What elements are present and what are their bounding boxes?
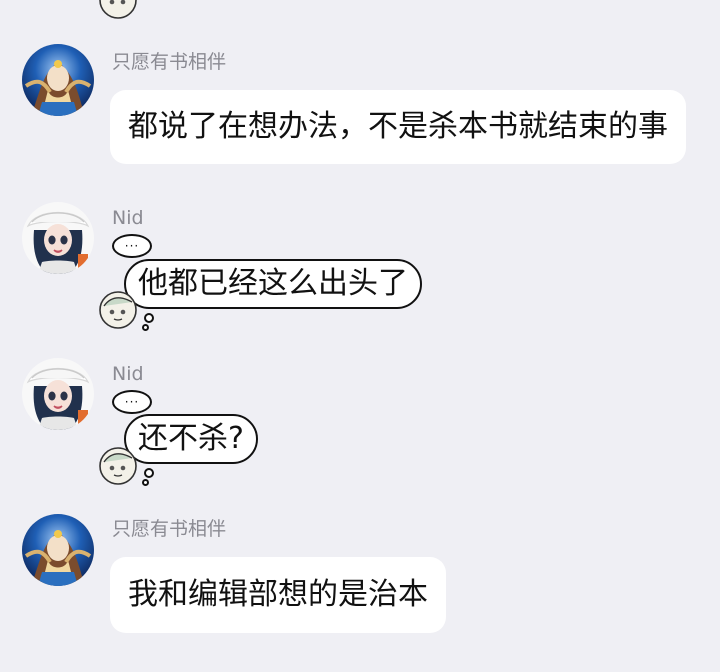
thought-bubble-puff: ··· xyxy=(112,390,152,414)
sender-name: 只愿有书相伴 xyxy=(112,518,227,540)
thought-bubble[interactable]: 他都已经这么出头了 xyxy=(124,259,422,309)
avatar[interactable] xyxy=(22,358,94,430)
thought-bubble[interactable]: 还不杀? xyxy=(124,414,258,464)
chibi-sticker-icon xyxy=(96,0,140,22)
message-bubble[interactable]: 我和编辑部想的是治本 xyxy=(110,557,446,633)
message-text: 他都已经这么出头了 xyxy=(138,266,408,301)
chibi-sticker-icon xyxy=(96,288,140,332)
chat-window: 只愿有书相伴 都说了在想办法，不是杀本书就结束的事 Nid ··· 他都已经这么… xyxy=(0,0,720,672)
avatar[interactable] xyxy=(22,514,94,586)
message-text: 我和编辑部想的是治本 xyxy=(128,577,428,612)
avatar[interactable] xyxy=(22,44,94,116)
avatar[interactable] xyxy=(22,202,94,274)
thought-tail-dot xyxy=(142,479,149,486)
thought-bubble-puff: ··· xyxy=(112,234,152,258)
sender-name: Nid xyxy=(112,363,144,385)
sender-name: Nid xyxy=(112,207,144,229)
thought-tail-dot xyxy=(142,324,149,331)
message-text: 都说了在想办法，不是杀本书就结束的事 xyxy=(128,109,668,144)
message-text: 还不杀? xyxy=(138,421,244,456)
sender-name: 只愿有书相伴 xyxy=(112,51,227,73)
thought-tail-dot xyxy=(144,313,154,323)
message-bubble[interactable]: 都说了在想办法，不是杀本书就结束的事 xyxy=(110,90,686,164)
thought-tail-dot xyxy=(144,468,154,478)
chibi-sticker-icon xyxy=(96,444,140,488)
